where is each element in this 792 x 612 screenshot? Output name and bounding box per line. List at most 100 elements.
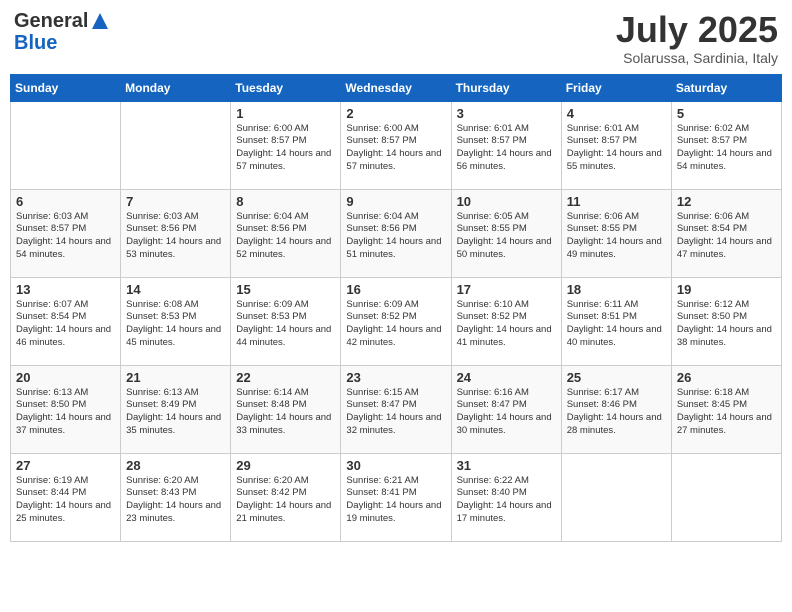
day-number: 28 xyxy=(126,458,225,473)
day-number: 16 xyxy=(346,282,445,297)
day-info: Sunrise: 6:12 AMSunset: 8:50 PMDaylight:… xyxy=(677,299,776,350)
calendar-week-row: 27 Sunrise: 6:19 AMSunset: 8:44 PMDayligh… xyxy=(11,453,782,541)
calendar-day-cell: 6 Sunrise: 6:03 AMSunset: 8:57 PMDaylight… xyxy=(11,189,121,277)
day-of-week-header: Monday xyxy=(121,74,231,101)
day-info: Sunrise: 6:17 AMSunset: 8:46 PMDaylight:… xyxy=(567,387,666,438)
day-number: 11 xyxy=(567,194,666,209)
calendar-day-cell: 3 Sunrise: 6:01 AMSunset: 8:57 PMDaylight… xyxy=(451,101,561,189)
day-info: Sunrise: 6:06 AMSunset: 8:54 PMDaylight:… xyxy=(677,211,776,262)
day-info: Sunrise: 6:13 AMSunset: 8:50 PMDaylight:… xyxy=(16,387,115,438)
calendar-day-cell: 28 Sunrise: 6:20 AMSunset: 8:43 PMDayligh… xyxy=(121,453,231,541)
calendar-day-cell: 10 Sunrise: 6:05 AMSunset: 8:55 PMDayligh… xyxy=(451,189,561,277)
day-info: Sunrise: 6:09 AMSunset: 8:53 PMDaylight:… xyxy=(236,299,335,350)
day-number: 29 xyxy=(236,458,335,473)
calendar-day-cell: 22 Sunrise: 6:14 AMSunset: 8:48 PMDayligh… xyxy=(231,365,341,453)
day-number: 6 xyxy=(16,194,115,209)
day-info: Sunrise: 6:21 AMSunset: 8:41 PMDaylight:… xyxy=(346,475,445,526)
day-of-week-header: Thursday xyxy=(451,74,561,101)
day-info: Sunrise: 6:01 AMSunset: 8:57 PMDaylight:… xyxy=(457,123,556,174)
calendar-week-row: 13 Sunrise: 6:07 AMSunset: 8:54 PMDayligh… xyxy=(11,277,782,365)
day-number: 9 xyxy=(346,194,445,209)
day-info: Sunrise: 6:04 AMSunset: 8:56 PMDaylight:… xyxy=(236,211,335,262)
calendar-day-cell: 8 Sunrise: 6:04 AMSunset: 8:56 PMDaylight… xyxy=(231,189,341,277)
day-of-week-header: Sunday xyxy=(11,74,121,101)
calendar-day-cell: 20 Sunrise: 6:13 AMSunset: 8:50 PMDayligh… xyxy=(11,365,121,453)
calendar-day-cell: 5 Sunrise: 6:02 AMSunset: 8:57 PMDaylight… xyxy=(671,101,781,189)
day-info: Sunrise: 6:05 AMSunset: 8:55 PMDaylight:… xyxy=(457,211,556,262)
calendar-day-cell: 26Sunrise: 6:18 AMSunset: 8:45 PMDayligh… xyxy=(671,365,781,453)
day-number: 13 xyxy=(16,282,115,297)
day-info: Sunrise: 6:16 AMSunset: 8:47 PMDaylight:… xyxy=(457,387,556,438)
logo-general-text: General xyxy=(14,10,88,32)
day-number: 10 xyxy=(457,194,556,209)
day-number: 8 xyxy=(236,194,335,209)
day-number: 4 xyxy=(567,106,666,121)
calendar-day-cell: 19 Sunrise: 6:12 AMSunset: 8:50 PMDayligh… xyxy=(671,277,781,365)
calendar-day-cell: 31Sunrise: 6:22 AMSunset: 8:40 PMDayligh… xyxy=(451,453,561,541)
calendar-day-cell xyxy=(671,453,781,541)
day-number: 24 xyxy=(457,370,556,385)
calendar-day-cell: 25 Sunrise: 6:17 AMSunset: 8:46 PMDayligh… xyxy=(561,365,671,453)
day-info: Sunrise: 6:15 AMSunset: 8:47 PMDaylight:… xyxy=(346,387,445,438)
location-text: Solarussa, Sardinia, Italy xyxy=(616,50,778,66)
calendar-header-row: SundayMondayTuesdayWednesdayThursdayFrid… xyxy=(11,74,782,101)
day-info: Sunrise: 6:02 AMSunset: 8:57 PMDaylight:… xyxy=(677,123,776,174)
logo-icon xyxy=(90,11,110,31)
calendar-day-cell: 18 Sunrise: 6:11 AMSunset: 8:51 PMDayligh… xyxy=(561,277,671,365)
calendar-day-cell xyxy=(11,101,121,189)
day-info: Sunrise: 6:09 AMSunset: 8:52 PMDaylight:… xyxy=(346,299,445,350)
calendar-week-row: 1 Sunrise: 6:00 AMSunset: 8:57 PMDaylight… xyxy=(11,101,782,189)
day-info: Sunrise: 6:01 AMSunset: 8:57 PMDaylight:… xyxy=(567,123,666,174)
day-info: Sunrise: 6:00 AMSunset: 8:57 PMDaylight:… xyxy=(346,123,445,174)
calendar-week-row: 6 Sunrise: 6:03 AMSunset: 8:57 PMDaylight… xyxy=(11,189,782,277)
day-number: 23 xyxy=(346,370,445,385)
day-info: Sunrise: 6:03 AMSunset: 8:57 PMDaylight:… xyxy=(16,211,115,262)
calendar-table: SundayMondayTuesdayWednesdayThursdayFrid… xyxy=(10,74,782,542)
day-info: Sunrise: 6:00 AMSunset: 8:57 PMDaylight:… xyxy=(236,123,335,174)
calendar-day-cell: 7Sunrise: 6:03 AMSunset: 8:56 PMDaylight… xyxy=(121,189,231,277)
day-number: 25 xyxy=(567,370,666,385)
day-number: 12 xyxy=(677,194,776,209)
day-info: Sunrise: 6:19 AMSunset: 8:44 PMDaylight:… xyxy=(16,475,115,526)
day-number: 20 xyxy=(16,370,115,385)
calendar-day-cell: 12 Sunrise: 6:06 AMSunset: 8:54 PMDayligh… xyxy=(671,189,781,277)
day-info: Sunrise: 6:08 AMSunset: 8:53 PMDaylight:… xyxy=(126,299,225,350)
day-number: 3 xyxy=(457,106,556,121)
calendar-day-cell: 2Sunrise: 6:00 AMSunset: 8:57 PMDaylight… xyxy=(341,101,451,189)
day-info: Sunrise: 6:07 AMSunset: 8:54 PMDaylight:… xyxy=(16,299,115,350)
calendar-day-cell: 16 Sunrise: 6:09 AMSunset: 8:52 PMDayligh… xyxy=(341,277,451,365)
day-number: 21 xyxy=(126,370,225,385)
day-info: Sunrise: 6:11 AMSunset: 8:51 PMDaylight:… xyxy=(567,299,666,350)
day-number: 17 xyxy=(457,282,556,297)
day-number: 18 xyxy=(567,282,666,297)
calendar-day-cell: 1 Sunrise: 6:00 AMSunset: 8:57 PMDaylight… xyxy=(231,101,341,189)
calendar-day-cell: 29Sunrise: 6:20 AMSunset: 8:42 PMDayligh… xyxy=(231,453,341,541)
day-number: 22 xyxy=(236,370,335,385)
day-info: Sunrise: 6:10 AMSunset: 8:52 PMDaylight:… xyxy=(457,299,556,350)
day-number: 14 xyxy=(126,282,225,297)
title-block: July 2025 Solarussa, Sardinia, Italy xyxy=(616,10,778,66)
calendar-day-cell: 27 Sunrise: 6:19 AMSunset: 8:44 PMDayligh… xyxy=(11,453,121,541)
logo: General Blue xyxy=(14,10,112,54)
day-number: 30 xyxy=(346,458,445,473)
day-number: 19 xyxy=(677,282,776,297)
day-number: 26 xyxy=(677,370,776,385)
day-number: 1 xyxy=(236,106,335,121)
day-of-week-header: Tuesday xyxy=(231,74,341,101)
calendar-day-cell xyxy=(561,453,671,541)
day-number: 27 xyxy=(16,458,115,473)
calendar-day-cell: 9Sunrise: 6:04 AMSunset: 8:56 PMDaylight… xyxy=(341,189,451,277)
day-number: 5 xyxy=(677,106,776,121)
day-of-week-header: Wednesday xyxy=(341,74,451,101)
day-of-week-header: Saturday xyxy=(671,74,781,101)
calendar-day-cell: 11Sunrise: 6:06 AMSunset: 8:55 PMDayligh… xyxy=(561,189,671,277)
day-info: Sunrise: 6:14 AMSunset: 8:48 PMDaylight:… xyxy=(236,387,335,438)
calendar-day-cell: 30 Sunrise: 6:21 AMSunset: 8:41 PMDayligh… xyxy=(341,453,451,541)
day-number: 15 xyxy=(236,282,335,297)
calendar-day-cell: 13 Sunrise: 6:07 AMSunset: 8:54 PMDayligh… xyxy=(11,277,121,365)
calendar-day-cell: 21Sunrise: 6:13 AMSunset: 8:49 PMDayligh… xyxy=(121,365,231,453)
day-info: Sunrise: 6:03 AMSunset: 8:56 PMDaylight:… xyxy=(126,211,225,262)
page-header: General Blue July 2025 Solarussa, Sardin… xyxy=(10,10,782,66)
calendar-day-cell: 4 Sunrise: 6:01 AMSunset: 8:57 PMDaylight… xyxy=(561,101,671,189)
day-info: Sunrise: 6:20 AMSunset: 8:43 PMDaylight:… xyxy=(126,475,225,526)
